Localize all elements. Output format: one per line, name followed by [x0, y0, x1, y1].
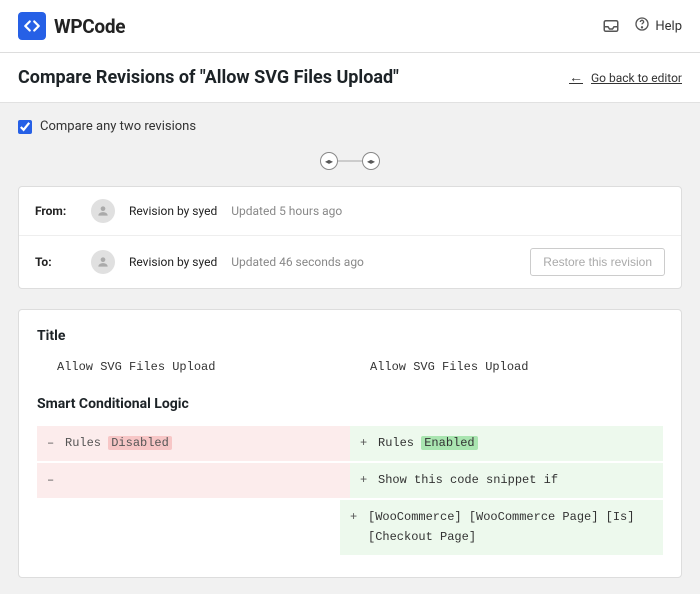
compare-checkbox-input[interactable] [18, 120, 32, 134]
arrow-left-icon: ← [569, 69, 583, 86]
to-by: Revision by syed [129, 255, 217, 269]
help-label: Help [655, 19, 682, 34]
revisions-card: From: Revision by syed Updated 5 hours a… [18, 186, 682, 289]
back-label: Go back to editor [591, 71, 682, 85]
from-time: Updated 5 hours ago [231, 204, 342, 218]
to-label: To: [35, 255, 77, 269]
from-label: From: [35, 204, 77, 218]
cond-right-cell: + [WooCommerce] [WooCommerce Page] [Is] … [340, 500, 663, 554]
cond-right-cell: + Show this code snippet if [350, 463, 663, 498]
revision-to-row: To: Revision by syed Updated 46 seconds … [19, 235, 681, 288]
title-right: Allow SVG Files Upload [350, 358, 663, 376]
compare-checkbox-label: Compare any two revisions [40, 119, 196, 134]
help-link[interactable]: Help [634, 16, 682, 36]
minus-icon: – [47, 434, 57, 453]
title-diff-row: Allow SVG Files Upload Allow SVG Files U… [37, 358, 663, 376]
slider-handle-right[interactable]: ◂▸ [362, 152, 380, 170]
revision-slider: ◂▸ ◂▸ [18, 152, 682, 170]
slider-handle-left[interactable]: ◂▸ [320, 152, 338, 170]
to-time: Updated 46 seconds ago [231, 255, 364, 269]
cond-right-cell: + Rules Enabled [350, 426, 663, 461]
added-highlight: Enabled [421, 436, 477, 450]
app-header: WPCode Help [0, 0, 700, 53]
help-icon [634, 16, 650, 36]
cond-left-cell: – [37, 463, 350, 498]
plus-icon: + [360, 434, 370, 453]
minus-icon: – [47, 471, 57, 490]
header-right: Help [602, 16, 682, 36]
plus-icon: + [350, 508, 360, 527]
back-to-editor-link[interactable]: ← Go back to editor [569, 69, 682, 86]
from-by: Revision by syed [129, 204, 217, 218]
logo-icon [18, 12, 46, 40]
cond-row: + [WooCommerce] [WooCommerce Page] [Is] … [37, 500, 663, 554]
restore-revision-button[interactable]: Restore this revision [530, 248, 665, 276]
diff-card: Title Allow SVG Files Upload Allow SVG F… [18, 309, 682, 578]
cond-row: – Rules Disabled + Rules Enabled [37, 426, 663, 461]
avatar [91, 250, 115, 274]
avatar [91, 199, 115, 223]
brand-name: WPCode [54, 15, 125, 38]
compare-any-two-checkbox[interactable]: Compare any two revisions [18, 119, 682, 134]
main-container: Compare any two revisions ◂▸ ◂▸ From: Re… [0, 103, 700, 594]
brand-logo: WPCode [18, 12, 125, 40]
revision-from-row: From: Revision by syed Updated 5 hours a… [19, 187, 681, 235]
removed-highlight: Disabled [108, 436, 172, 450]
inbox-icon[interactable] [602, 17, 620, 35]
page-title: Compare Revisions of "Allow SVG Files Up… [18, 67, 399, 88]
title-left: Allow SVG Files Upload [37, 358, 350, 376]
cond-left-empty [37, 500, 340, 554]
cond-left-cell: – Rules Disabled [37, 426, 350, 461]
cond-row: – + Show this code snippet if [37, 463, 663, 498]
diff-title-heading: Title [37, 328, 663, 344]
plus-icon: + [360, 471, 370, 490]
slider-track [338, 160, 362, 162]
diff-cond-heading: Smart Conditional Logic [37, 396, 663, 412]
page-header: Compare Revisions of "Allow SVG Files Up… [0, 53, 700, 103]
